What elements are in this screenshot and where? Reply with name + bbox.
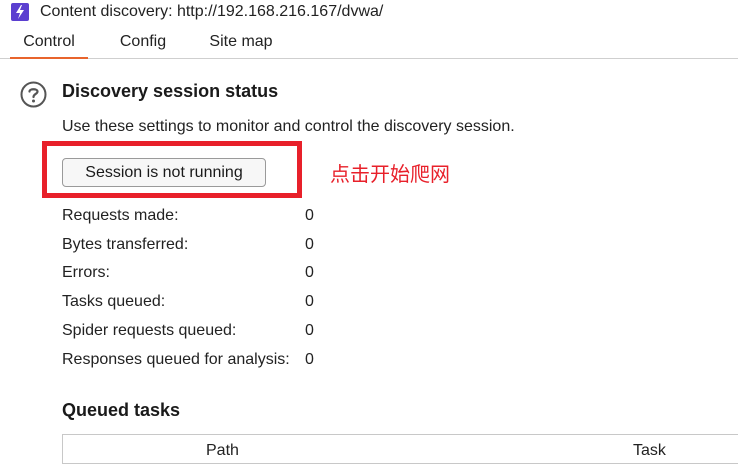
column-header-path[interactable]: Path [206, 442, 239, 460]
queued-tasks-table-header: Path Task [62, 434, 738, 464]
stat-label: Tasks queued: [62, 293, 166, 310]
annotation-text: 点击开始爬网 [330, 162, 450, 186]
tab-site-map[interactable]: Site map [198, 26, 284, 59]
stat-row: Responses queued for analysis: 0 [62, 351, 362, 373]
stat-value: 0 [305, 236, 314, 253]
section-description: Use these settings to monitor and contro… [62, 118, 515, 135]
control-panel: Discovery session status Use these setti… [0, 60, 738, 464]
stat-label: Requests made: [62, 207, 179, 224]
stat-row: Tasks queued: 0 [62, 293, 362, 315]
column-header-task[interactable]: Task [633, 442, 666, 460]
stat-value: 0 [305, 207, 314, 224]
tab-bar: Control Config Site map [0, 26, 738, 59]
stat-label: Responses queued for analysis: [62, 351, 290, 368]
window-title: Content discovery: http://192.168.216.16… [40, 3, 384, 20]
session-toggle-button[interactable]: Session is not running [62, 158, 266, 187]
stat-value: 0 [305, 293, 314, 310]
tab-config[interactable]: Config [108, 26, 178, 59]
window-titlebar: Content discovery: http://192.168.216.16… [0, 0, 738, 24]
queued-tasks-title: Queued tasks [62, 400, 181, 420]
section-title: Discovery session status [62, 81, 279, 101]
stat-label: Errors: [62, 264, 110, 281]
stat-value: 0 [305, 264, 314, 281]
stat-row: Bytes transferred: 0 [62, 236, 362, 258]
stat-value: 0 [305, 322, 314, 339]
lightning-icon [11, 3, 29, 21]
stat-row: Errors: 0 [62, 264, 362, 286]
stat-label: Bytes transferred: [62, 236, 189, 253]
stat-row: Requests made: 0 [62, 207, 362, 229]
question-circle-icon[interactable] [20, 81, 47, 108]
stat-value: 0 [305, 351, 314, 368]
tab-control[interactable]: Control [10, 26, 88, 59]
stat-row: Spider requests queued: 0 [62, 322, 362, 344]
stat-label: Spider requests queued: [62, 322, 237, 339]
